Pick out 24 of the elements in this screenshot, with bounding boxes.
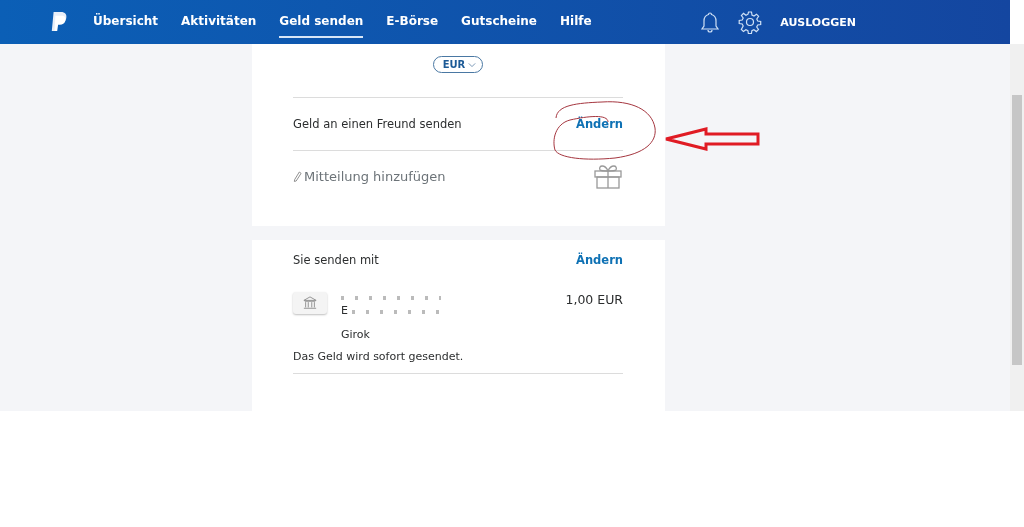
nav-tab[interactable]: Geld senden <box>279 6 364 38</box>
nav-tab[interactable]: Aktivitäten <box>181 6 257 38</box>
nav-tab[interactable]: Hilfe <box>560 6 592 38</box>
logo-icon[interactable] <box>50 10 68 34</box>
nav-tab[interactable]: Gutscheine <box>461 6 537 38</box>
gift-icon[interactable] <box>593 163 623 189</box>
account-type: Girok <box>341 328 370 341</box>
nav-tab[interactable]: E-Börse <box>386 6 439 38</box>
bank-name: E <box>341 304 348 317</box>
scrollbar[interactable] <box>1010 44 1024 411</box>
nav-tab[interactable]: Übersicht <box>93 6 159 38</box>
scroll-thumb[interactable] <box>1012 95 1022 365</box>
info-text: Das Geld wird sofort gesendet. <box>293 350 465 363</box>
change-link[interactable]: Ändern <box>576 253 623 267</box>
logout-link[interactable]: AUSLOGGEN <box>780 15 856 29</box>
section-title: Sie senden mit <box>293 253 379 267</box>
chevron-down-icon <box>468 61 477 68</box>
settings-icon[interactable] <box>738 10 763 34</box>
amount-text: 1,00 EUR <box>565 292 623 307</box>
currency-dropdown[interactable]: EUR <box>432 56 484 73</box>
pencil-icon <box>293 170 302 182</box>
recipient-label: Geld an einen Freund senden <box>293 117 462 131</box>
bank-icon <box>293 292 327 314</box>
change-link[interactable]: Ändern <box>576 117 623 131</box>
